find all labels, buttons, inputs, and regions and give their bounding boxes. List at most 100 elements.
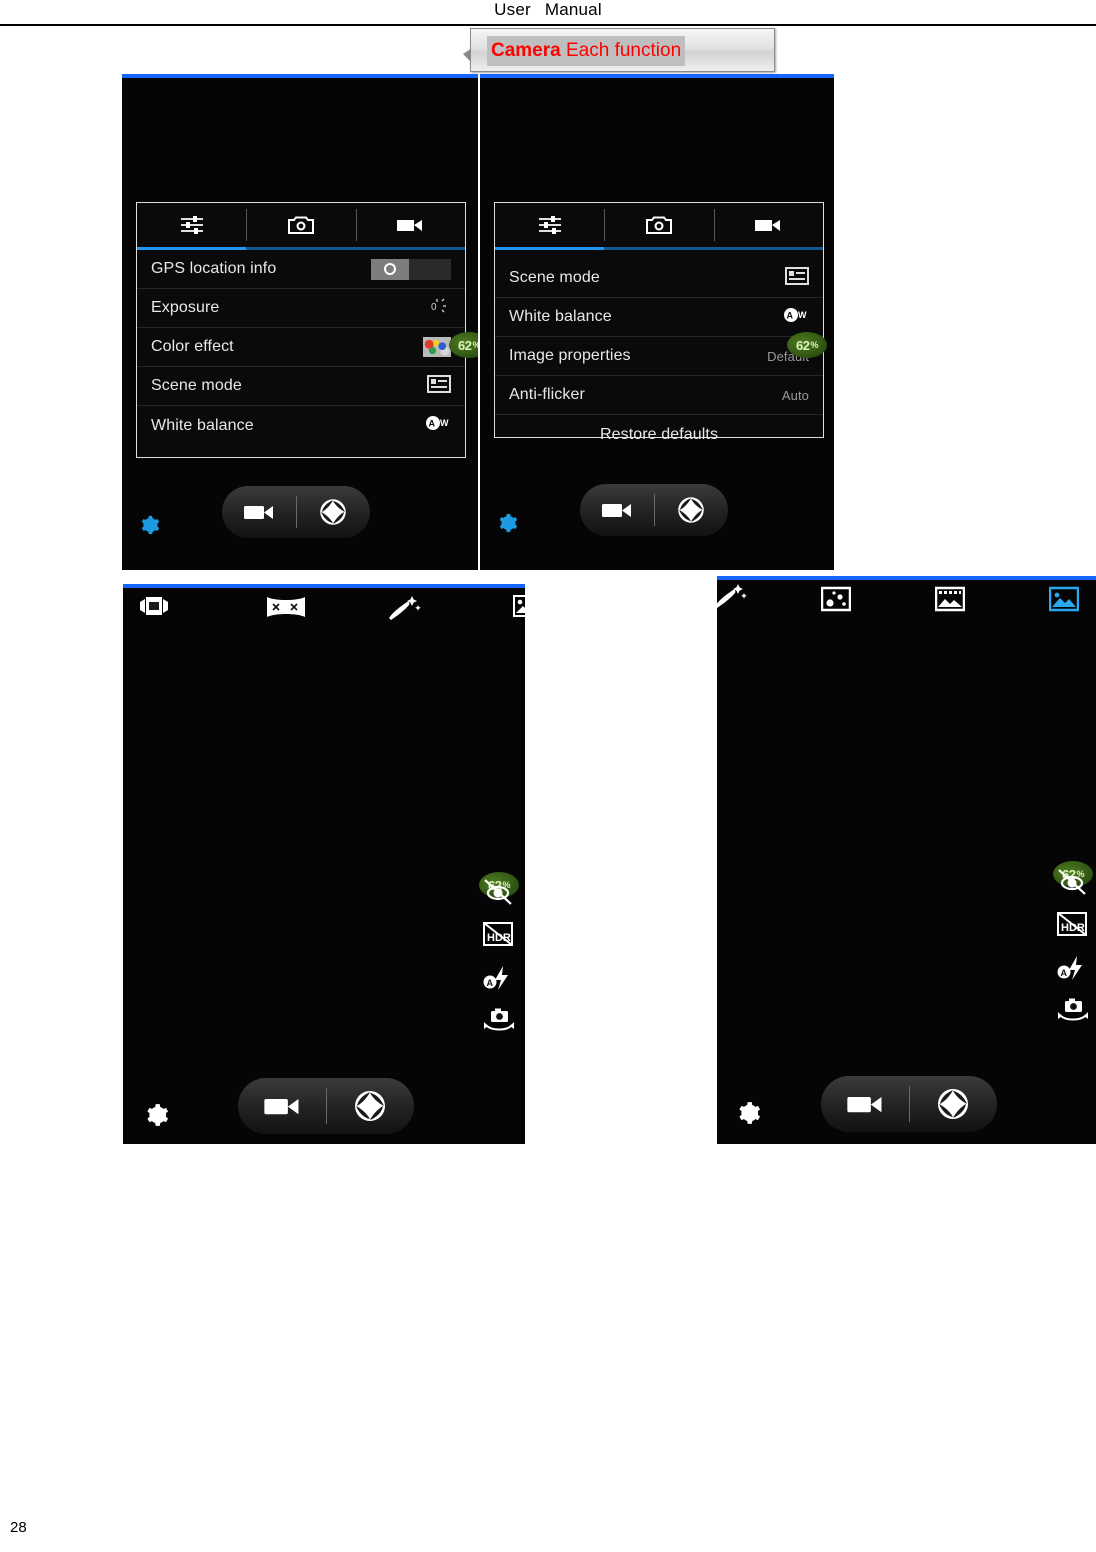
magic-wand-icon[interactable] <box>717 582 747 615</box>
battery-unit: % <box>810 340 818 350</box>
settings-row-anti-flicker[interactable]: Anti-flicker Auto <box>495 376 823 415</box>
video-record-button[interactable] <box>580 499 654 521</box>
gps-off-icon[interactable] <box>1055 866 1089 901</box>
settings-tabs <box>137 203 465 247</box>
header-divider <box>0 24 1096 26</box>
settings-row-exposure[interactable]: Exposure 0 <box>137 289 465 328</box>
document-header: User Manual <box>0 0 1096 24</box>
shutter-button[interactable] <box>655 493 729 527</box>
viewfinder-side-controls: HDR A <box>475 870 519 1040</box>
settings-row-label: Color effect <box>151 338 234 355</box>
multi-angle-view-icon[interactable] <box>137 594 171 623</box>
panorama-icon[interactable] <box>265 594 307 625</box>
switch-camera-icon[interactable] <box>481 1006 517 1039</box>
gps-off-icon[interactable] <box>481 876 515 911</box>
photo-settings-tab[interactable] <box>604 203 713 247</box>
sliders-icon <box>538 216 561 234</box>
settings-row-scene-mode[interactable]: Scene mode <box>137 367 465 406</box>
settings-row-color-effect[interactable]: Color effect <box>137 328 465 367</box>
svg-text:0: 0 <box>431 302 437 313</box>
capture-controls <box>580 484 728 536</box>
gear-icon <box>739 1102 761 1124</box>
tab-active-indicator <box>137 247 465 250</box>
settings-row-scene-mode[interactable]: Scene mode <box>495 259 823 298</box>
settings-row-label: Image properties <box>509 347 631 364</box>
gear-icon <box>147 1104 169 1126</box>
settings-row-white-balance[interactable]: White balance A W <box>137 406 465 445</box>
settings-row-label: Scene mode <box>509 269 600 286</box>
settings-gear-button[interactable] <box>143 1102 169 1128</box>
video-settings-tab[interactable] <box>713 203 823 247</box>
settings-gear-button[interactable] <box>735 1100 761 1126</box>
settings-gear-button[interactable] <box>496 512 518 534</box>
video-camera-icon <box>243 506 273 519</box>
svg-text:A: A <box>787 310 794 320</box>
capture-controls <box>222 486 370 538</box>
screen-top-accent <box>122 74 478 78</box>
video-record-button[interactable] <box>222 501 296 523</box>
settings-row-label: GPS location info <box>151 260 277 277</box>
svg-text:A: A <box>1061 968 1068 978</box>
battery-value: 62 <box>796 337 810 353</box>
video-camera-icon <box>755 220 781 231</box>
tab-active-indicator <box>495 247 823 250</box>
video-camera-icon <box>397 220 423 231</box>
sliders-icon <box>180 216 203 234</box>
screenshot-camera-modes-left: 62% HDR A <box>123 584 525 1144</box>
video-record-button[interactable] <box>238 1093 326 1119</box>
settings-row-image-properties[interactable]: Image properties Default <box>495 337 823 376</box>
screenshot-settings-general: GPS location info Exposure 0 Color effec… <box>122 74 478 570</box>
hdr-off-icon[interactable]: HDR <box>1055 910 1089 943</box>
scene-mode-icon <box>785 266 809 290</box>
shutter-aperture-icon <box>355 1091 386 1121</box>
mode-icon-strip <box>123 588 525 634</box>
settings-gear-button[interactable] <box>138 514 160 536</box>
gps-toggle[interactable] <box>371 258 451 280</box>
white-balance-auto-icon: A W <box>783 307 809 328</box>
hdr-off-icon[interactable]: HDR <box>481 920 515 953</box>
settings-row-white-balance[interactable]: White balance A W <box>495 298 823 337</box>
settings-row-gps[interactable]: GPS location info <box>137 250 465 289</box>
normal-photo-icon[interactable] <box>1048 586 1080 617</box>
header-title-user: User <box>494 0 531 19</box>
normal-photo-icon[interactable] <box>513 594 525 623</box>
settings-row-label: Exposure <box>151 299 220 316</box>
video-record-button[interactable] <box>821 1091 909 1117</box>
flash-auto-icon[interactable]: A <box>1055 954 1089 987</box>
general-settings-tab[interactable] <box>137 203 246 247</box>
shutter-button[interactable] <box>297 495 371 529</box>
page-number: 28 <box>10 1519 27 1536</box>
gear-icon <box>141 515 160 535</box>
camera-icon <box>287 216 314 234</box>
shutter-aperture-icon <box>938 1089 969 1119</box>
shutter-aperture-icon <box>320 499 346 525</box>
flash-auto-icon[interactable]: A <box>481 964 515 997</box>
settings-row-label: Scene mode <box>151 377 242 394</box>
exposure-icon: 0 <box>427 295 451 322</box>
shutter-button[interactable] <box>327 1086 415 1126</box>
restore-defaults-button[interactable]: Restore defaults <box>495 415 823 454</box>
mode-icon-strip <box>717 580 1096 626</box>
magic-wand-icon[interactable] <box>385 594 421 627</box>
film-strip-icon[interactable] <box>934 586 966 617</box>
battery-badge: 62% <box>787 332 827 358</box>
callout-normal-text: Each function <box>560 40 682 61</box>
screenshot-camera-modes-right: 62% HDR A <box>717 576 1096 1144</box>
switch-camera-icon[interactable] <box>1055 996 1091 1029</box>
video-camera-icon <box>601 504 631 517</box>
svg-text:W: W <box>440 418 449 428</box>
svg-text:A: A <box>429 419 436 429</box>
shutter-aperture-icon <box>678 497 704 523</box>
video-settings-tab[interactable] <box>355 203 465 247</box>
shutter-button[interactable] <box>910 1084 998 1124</box>
gear-icon <box>499 513 518 533</box>
capture-controls <box>821 1076 997 1132</box>
restore-defaults-label: Restore defaults <box>599 425 719 443</box>
general-settings-tab[interactable] <box>495 203 604 247</box>
photo-settings-tab[interactable] <box>246 203 355 247</box>
multi-shot-icon[interactable] <box>820 586 852 617</box>
settings-tabs <box>495 203 823 247</box>
capture-controls <box>238 1078 414 1134</box>
camera-settings-panel: Scene mode White balance A W Image prope… <box>494 202 824 443</box>
video-camera-icon <box>264 1098 299 1115</box>
